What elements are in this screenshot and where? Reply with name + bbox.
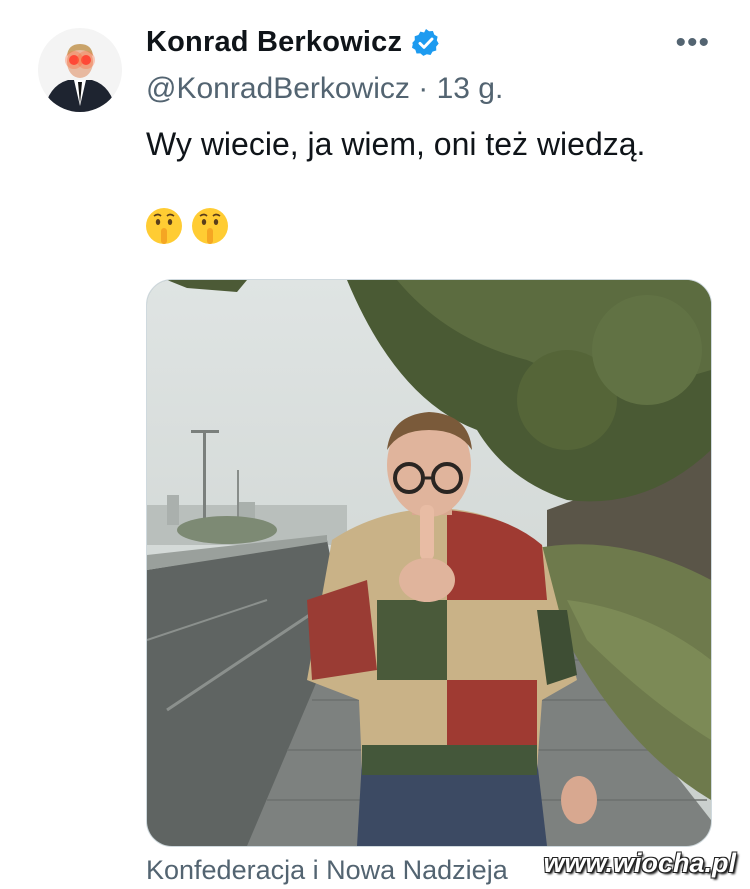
avatar[interactable] <box>38 28 122 112</box>
avatar-image <box>38 28 122 112</box>
verified-badge-icon <box>412 28 439 56</box>
author-handle-row: @KonradBerkowicz · 13 g. <box>146 72 503 106</box>
author-name-row: Konrad Berkowicz <box>146 26 442 59</box>
shushing-face-emoji-2 <box>192 208 228 244</box>
media-photo <box>147 280 711 846</box>
tweet-timestamp[interactable]: 13 g. <box>437 72 504 105</box>
shushing-face-emoji-1 <box>146 208 182 244</box>
dot-separator: · <box>418 72 429 105</box>
tweet-media-image[interactable] <box>146 279 712 847</box>
tweet-text: Wy wiecie, ja wiem, oni też wiedzą. <box>146 126 646 162</box>
watermark-text: www.wiocha.pl <box>543 848 736 878</box>
author-handle[interactable]: @KonradBerkowicz <box>146 72 410 105</box>
more-options-icon[interactable]: ••• <box>675 28 710 58</box>
emoji-row <box>144 206 230 246</box>
author-display-name[interactable]: Konrad Berkowicz <box>146 26 402 59</box>
media-caption[interactable]: Konfederacja i Nowa Nadzieja <box>146 855 508 886</box>
